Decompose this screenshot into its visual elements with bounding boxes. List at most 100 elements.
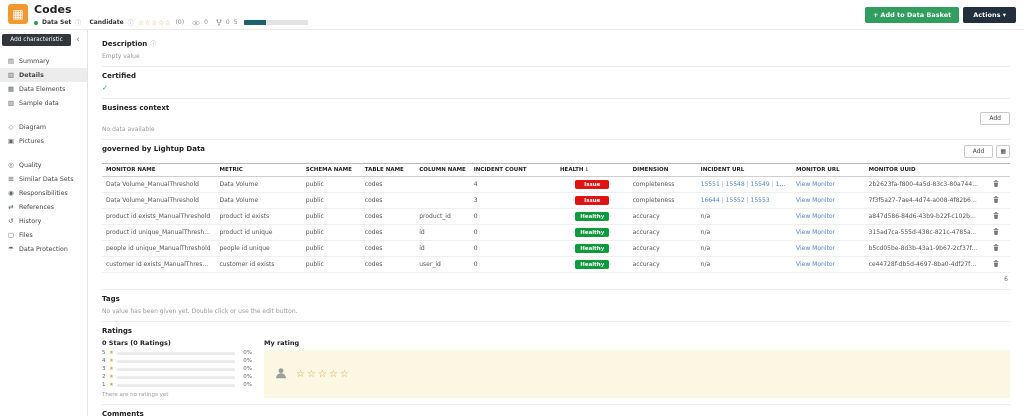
cell-incident-url: n/a [697, 257, 792, 273]
cell-dimension: accuracy [629, 241, 697, 257]
ratings-summary: 0 Stars (0 Ratings) [102, 339, 252, 347]
cell-monitor-name: people id unique_ManualThreshold [102, 241, 216, 257]
governed-add-button[interactable]: Add [964, 145, 994, 158]
sidebar-item-references[interactable]: ⇄References [0, 200, 87, 214]
delete-monitor-button[interactable] [993, 196, 999, 203]
view-monitor-link[interactable]: View Monitor [796, 245, 835, 252]
column-header-health[interactable]: HEALTH↓ [556, 164, 629, 177]
comments-title: Comments [102, 410, 1010, 416]
my-rating-stars[interactable]: ☆☆☆☆☆ [296, 369, 351, 380]
cell-schema-name: public [302, 225, 361, 241]
incident-link[interactable]: 15553 [751, 197, 770, 204]
column-header-table-name[interactable]: TABLE NAME [361, 164, 415, 177]
sidebar-item-history[interactable]: ↺History [0, 214, 87, 228]
sidebar-group: ▤Summary▥Details▦Data Elements▧Sample da… [0, 54, 87, 110]
incident-link[interactable]: 15552 [726, 197, 745, 204]
table-row: customer id exists_ManualThresholdcustom… [102, 257, 1010, 273]
sidebar-item-details[interactable]: ▥Details [0, 68, 87, 82]
sidebar-item-pictures[interactable]: ▣Pictures [0, 134, 87, 148]
governed-title: governed by Lightup Data [102, 145, 205, 153]
info-icon[interactable]: ⓘ [128, 18, 134, 27]
column-header-column-name[interactable]: COLUMN NAME [415, 164, 469, 177]
tags-empty[interactable]: No value has been given yet. Double clic… [102, 308, 1010, 315]
sidebar-item-sample-data[interactable]: ▧Sample data [0, 96, 87, 110]
no-ratings-text: There are no ratings yet [102, 392, 252, 398]
incident-link[interactable]: 15551 [701, 181, 720, 188]
cell-monitor-uuid: 7f3f5a27-7ae4-4d74-a008-4f82b6b2573 [865, 193, 983, 209]
cell-incident-count: 0 [470, 209, 556, 225]
column-header-monitor-uuid[interactable]: MONITOR UUID [865, 164, 983, 177]
sidebar-item-diagram[interactable]: ◇Diagram [0, 120, 87, 134]
info-icon[interactable]: ⓘ [75, 18, 81, 27]
actions-button[interactable]: Actions ▾ [963, 7, 1016, 23]
view-monitor-link[interactable]: View Monitor [796, 197, 835, 204]
column-header-dimension[interactable]: DIMENSION [629, 164, 697, 177]
incident-link[interactable]: 15548 [726, 181, 745, 188]
cell-actions [983, 257, 1010, 273]
sidebar-item-files[interactable]: ▢Files [0, 228, 87, 242]
comments-section: Comments [102, 405, 1010, 416]
delete-monitor-button[interactable] [993, 180, 999, 187]
cell-actions [983, 209, 1010, 225]
delete-monitor-button[interactable] [993, 244, 999, 251]
main-content: Description ⓘ Empty value Certified ✓ Bu… [88, 30, 1024, 416]
sidebar-item-summary[interactable]: ▤Summary [0, 54, 87, 68]
health-badge: Issue [575, 196, 609, 205]
incident-link[interactable]: 15550 [775, 181, 792, 188]
delete-monitor-button[interactable] [993, 260, 999, 267]
cell-health: Healthy [556, 209, 629, 225]
view-monitor-link[interactable]: View Monitor [796, 213, 835, 220]
collapse-sidebar-icon[interactable]: ‹ [71, 36, 85, 45]
cell-schema-name: public [302, 209, 361, 225]
sidebar-item-quality[interactable]: ◎Quality [0, 158, 87, 172]
cell-actions [983, 225, 1010, 241]
column-header-actions[interactable] [983, 164, 1010, 177]
info-icon[interactable]: ⓘ [150, 39, 156, 48]
column-header-schema-name[interactable]: SCHEMA NAME [302, 164, 361, 177]
cell-incident-count: 4 [470, 177, 556, 193]
progress-fill [244, 20, 266, 25]
incident-link[interactable]: 16644 [701, 197, 720, 204]
view-monitor-link[interactable]: View Monitor [796, 261, 835, 268]
sidebar-item-label: References [19, 204, 54, 211]
incident-link[interactable]: 15549 [751, 181, 770, 188]
column-header-metric[interactable]: METRIC [216, 164, 302, 177]
business-context-add-button[interactable]: Add [980, 112, 1010, 125]
rating-bar [117, 360, 235, 363]
column-header-monitor-url[interactable]: MONITOR URL [792, 164, 865, 177]
sidebar-item-data-protection[interactable]: ☂Data Protection [0, 242, 87, 256]
cell-health: Issue [556, 193, 629, 209]
rating-stars[interactable]: ☆☆☆☆☆ [138, 19, 172, 27]
delete-monitor-button[interactable] [993, 212, 999, 219]
column-header-incident-url[interactable]: INCIDENT URL [697, 164, 792, 177]
table-view-toggle-button[interactable]: ▦ [996, 145, 1010, 158]
view-monitor-link[interactable]: View Monitor [796, 229, 835, 236]
cell-metric: product id unique [216, 225, 302, 241]
details-icon: ▥ [7, 71, 15, 79]
sidebar-item-label: Sample data [19, 100, 59, 107]
cell-dimension: accuracy [629, 257, 697, 273]
tags-title: Tags [102, 295, 1010, 303]
add-characteristic-button[interactable]: Add characteristic [2, 34, 71, 46]
sidebar-item-similar-data-sets[interactable]: ⊞Similar Data Sets [0, 172, 87, 186]
view-monitor-link[interactable]: View Monitor [796, 181, 835, 188]
cell-table-name: codes [361, 193, 415, 209]
page-title: Codes [34, 4, 308, 15]
cell-monitor-uuid: 2b2623fa-f800-4a5d-83c3-80a744bd9629 [865, 177, 983, 193]
sidebar-item-data-elements[interactable]: ▦Data Elements [0, 82, 87, 96]
delete-monitor-button[interactable] [993, 228, 999, 235]
cell-incident-count: 3 [470, 193, 556, 209]
ratings-distribution: 5★0%4★0%3★0%2★0%1★0% [102, 350, 252, 388]
certified-title: Certified [102, 72, 1010, 80]
rating-bar [117, 368, 235, 371]
cell-monitor-uuid: ce44728f-db5d-4697-8ba0-4df27f9c84ec [865, 257, 983, 273]
rating-bar [117, 352, 235, 355]
description-section: Description ⓘ Empty value [102, 34, 1010, 67]
column-header-incident-count[interactable]: INCIDENT COUNT [470, 164, 556, 177]
sort-desc-icon: ↓ [585, 167, 590, 173]
responsibilities-icon: ◉ [7, 189, 15, 197]
sidebar-item-responsibilities[interactable]: ◉Responsibilities [0, 186, 87, 200]
column-header-monitor-name[interactable]: MONITOR NAME [102, 164, 216, 177]
add-to-data-basket-button[interactable]: +Add to Data Basket [865, 7, 959, 23]
cell-column-name: user_id [415, 257, 469, 273]
